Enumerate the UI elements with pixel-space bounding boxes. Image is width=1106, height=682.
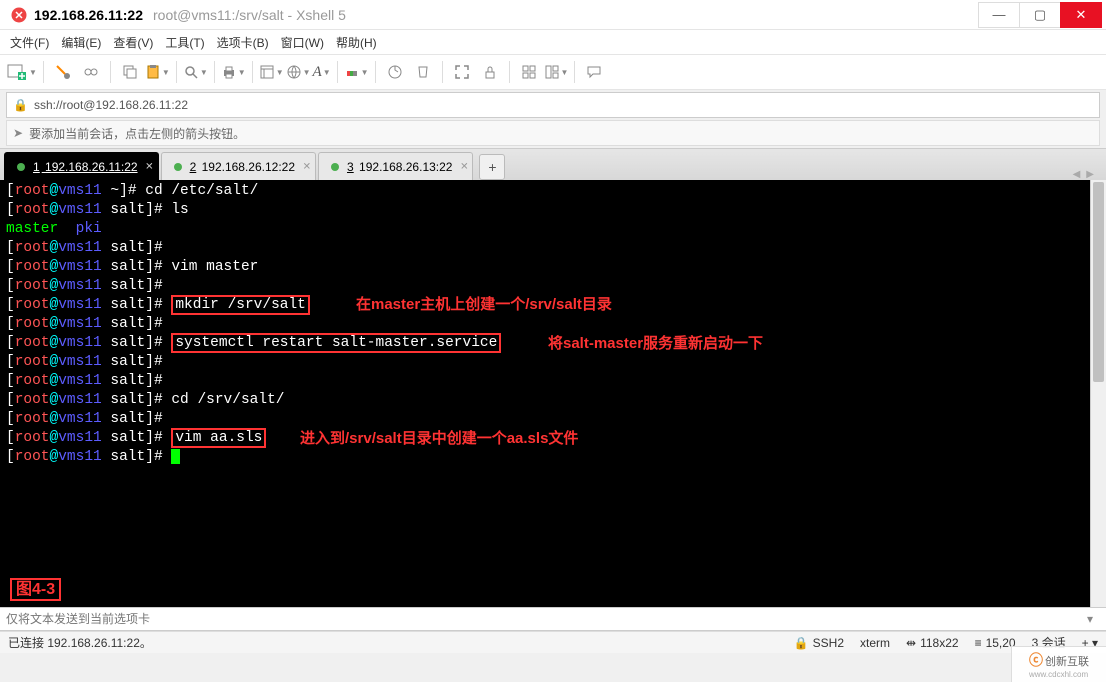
annotation: 将salt-master服务重新启动一下 xyxy=(548,334,763,353)
menu-edit[interactable]: 编辑(E) xyxy=(61,34,101,51)
session-tab-3[interactable]: 3 192.168.26.13:22 ✕ xyxy=(318,152,473,180)
menu-view[interactable]: 查看(V) xyxy=(113,34,153,51)
reconnect-button[interactable] xyxy=(50,58,76,86)
tab-nav: ◀ ▶ xyxy=(1073,169,1102,180)
color-scheme-button[interactable]: ▼ xyxy=(344,64,369,80)
send-input[interactable] xyxy=(6,612,1080,626)
new-session-button[interactable]: ▼ xyxy=(6,62,37,82)
titlebar: 192.168.26.11:22 root@vms11:/srv/salt - … xyxy=(0,0,1106,30)
menu-tools[interactable]: 工具(T) xyxy=(165,34,204,51)
terminal-scrollbar[interactable] xyxy=(1090,180,1106,607)
menu-tabs[interactable]: 选项卡(B) xyxy=(217,34,269,51)
lock-button[interactable] xyxy=(477,58,503,86)
app-icon xyxy=(10,6,28,24)
properties-button[interactable]: ▼ xyxy=(259,64,284,80)
title-main: 192.168.26.11:22 xyxy=(34,7,143,23)
menu-window[interactable]: 窗口(W) xyxy=(281,34,324,51)
status-dot-icon xyxy=(174,163,182,171)
find-button[interactable]: ▼ xyxy=(183,64,208,80)
maximize-button[interactable]: ▢ xyxy=(1019,2,1061,28)
hint-text: 要添加当前会话，点击左侧的箭头按钮。 xyxy=(29,125,245,142)
lock-icon: 🔒 xyxy=(13,98,28,112)
menubar: 文件(F) 编辑(E) 查看(V) 工具(T) 选项卡(B) 窗口(W) 帮助(… xyxy=(0,30,1106,54)
status-size: ⇹ 118x22 xyxy=(906,636,959,650)
terminal-area: [root@vms11 ~]# cd /etc/salt/[root@vms11… xyxy=(0,180,1106,607)
disconnect-button[interactable] xyxy=(78,58,104,86)
add-tab-button[interactable]: + xyxy=(479,154,505,180)
close-icon[interactable]: ✕ xyxy=(460,161,468,172)
window-controls: — ▢ ✕ xyxy=(979,2,1102,28)
annotation: 进入到/srv/salt目录中创建一个aa.sls文件 xyxy=(300,429,578,448)
toolbar: ▼ ▼ ▼ ▼ ▼ ▼ A▼ ▼ ▼ xyxy=(0,54,1106,90)
session-tab-2[interactable]: 2 192.168.26.12:22 ✕ xyxy=(161,152,316,180)
paste-button[interactable]: ▼ xyxy=(145,64,170,80)
arrow-icon[interactable]: ➤ xyxy=(13,126,23,140)
status-ssh: 🔒 SSH2 xyxy=(794,636,844,650)
title-sub: root@vms11:/srv/salt - Xshell 5 xyxy=(153,7,346,23)
terminal[interactable]: [root@vms11 ~]# cd /etc/salt/[root@vms11… xyxy=(0,180,1090,607)
font-button[interactable]: A▼ xyxy=(313,64,331,81)
grid-button[interactable] xyxy=(516,58,542,86)
session-tab-1[interactable]: 1 192.168.26.11:22 ✕ xyxy=(4,152,159,180)
menu-file[interactable]: 文件(F) xyxy=(10,34,49,51)
status-connection: 已连接 192.168.26.11:22。 xyxy=(8,634,778,651)
menu-help[interactable]: 帮助(H) xyxy=(336,34,377,51)
status-bar: 已连接 192.168.26.11:22。 🔒 SSH2 xterm ⇹ 118… xyxy=(0,631,1106,653)
tab-prev-button[interactable]: ◀ xyxy=(1073,169,1081,180)
figure-label: 图4-3 xyxy=(10,578,61,601)
status-dot-icon xyxy=(17,163,25,171)
close-icon[interactable]: ✕ xyxy=(145,161,153,172)
status-pos: ≡ 15,20 xyxy=(975,636,1016,650)
encoding-button[interactable]: ▼ xyxy=(286,64,311,80)
close-button[interactable]: ✕ xyxy=(1060,2,1102,28)
status-term: xterm xyxy=(860,636,890,650)
address-text: ssh://root@192.168.26.11:22 xyxy=(34,98,188,112)
send-bar: ▾ xyxy=(0,607,1106,631)
minimize-button[interactable]: — xyxy=(978,2,1020,28)
copy-button[interactable] xyxy=(117,58,143,86)
chat-button[interactable] xyxy=(581,58,607,86)
hint-bar: ➤ 要添加当前会话，点击左侧的箭头按钮。 xyxy=(6,120,1100,146)
send-dropdown-button[interactable]: ▾ xyxy=(1080,612,1100,626)
tab-next-button[interactable]: ▶ xyxy=(1086,169,1094,180)
layout-button[interactable]: ▼ xyxy=(544,64,569,80)
close-icon[interactable]: ✕ xyxy=(303,161,311,172)
fullscreen-button[interactable] xyxy=(449,58,475,86)
status-dot-icon xyxy=(331,163,339,171)
xagent-button[interactable] xyxy=(382,58,408,86)
address-bar[interactable]: 🔒 ssh://root@192.168.26.11:22 xyxy=(6,92,1100,118)
watermark: ⓒ创新互联 www.cdcxhl.com xyxy=(1011,646,1106,682)
tab-strip: 1 192.168.26.11:22 ✕ 2 192.168.26.12:22 … xyxy=(0,148,1106,180)
annotation: 在master主机上创建一个/srv/salt目录 xyxy=(356,295,612,314)
script-button[interactable] xyxy=(410,58,436,86)
print-button[interactable]: ▼ xyxy=(221,64,246,80)
